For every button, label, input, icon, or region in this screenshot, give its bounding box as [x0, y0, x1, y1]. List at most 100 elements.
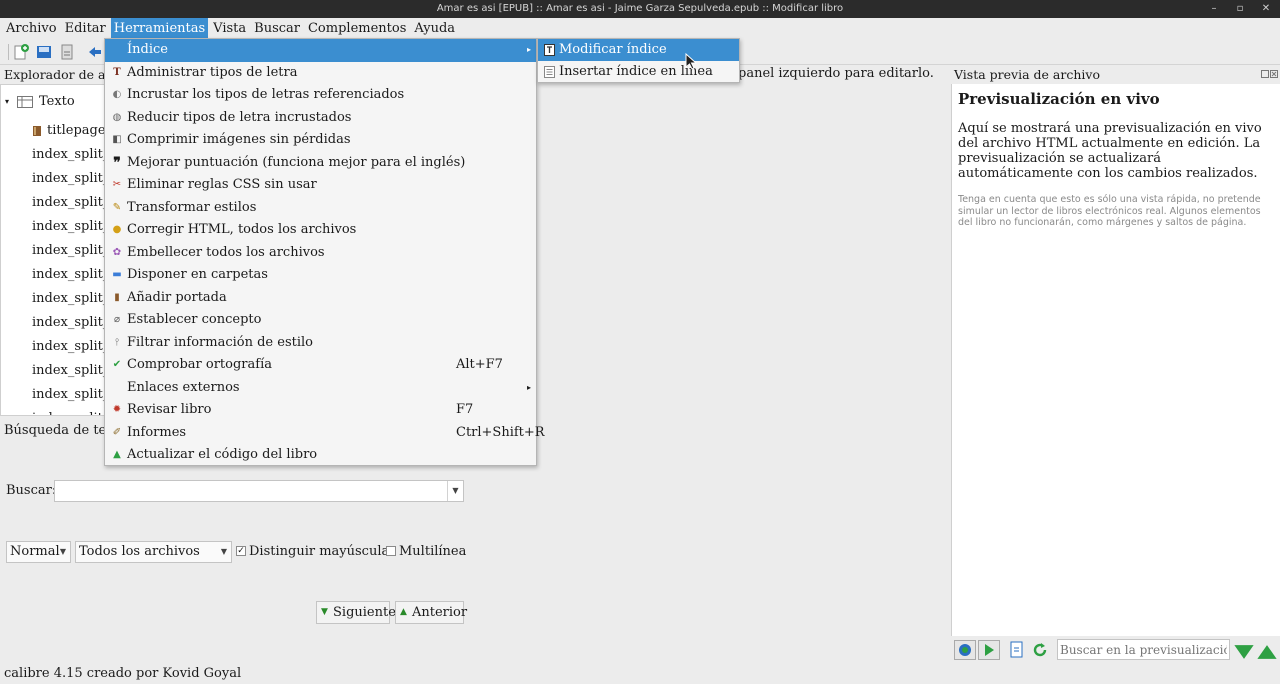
reports-icon: ✐	[112, 426, 122, 438]
file-item[interactable]: index_split_0	[1, 239, 107, 263]
compress-image-icon: ◧	[112, 134, 122, 145]
maximize-icon[interactable]: ▫	[1234, 0, 1246, 18]
find-next-icon[interactable]	[1233, 642, 1255, 662]
multiline-checkbox[interactable]	[386, 546, 396, 556]
multiline-label: Multilínea	[399, 544, 467, 559]
file-item[interactable]: index_split_0	[1, 167, 107, 191]
menu-item-external-links[interactable]: Enlaces externos ▸	[105, 377, 536, 400]
tree-root-texto[interactable]: ▾ Texto	[1, 90, 107, 114]
chevron-down-icon: ▼	[220, 547, 227, 556]
menu-item-embed-fonts[interactable]: ◐ Incrustar los tipos de letras referenc…	[105, 84, 536, 107]
menu-item-upgrade-book[interactable]: ▲ Actualizar el código del libro	[105, 444, 536, 467]
minimize-icon[interactable]: –	[1208, 0, 1220, 18]
menu-item-add-cover[interactable]: ▮ Añadir portada	[105, 287, 536, 310]
back-arrow-icon[interactable]	[86, 43, 104, 61]
toolbar-separator	[8, 44, 9, 60]
quote-icon: ❞	[113, 154, 121, 171]
menu-item-compress-images[interactable]: ◧ Comprimir imágenes sin pérdidas	[105, 129, 536, 152]
menu-item-remove-unused-css[interactable]: ✂ Eliminar reglas CSS sin usar	[105, 174, 536, 197]
menu-item-smarten-punctuation[interactable]: ❞ Mejorar puntuación (funciona mejor par…	[105, 152, 536, 175]
file-item[interactable]: index_split_0	[1, 191, 107, 215]
window-titlebar: Amar es asi [EPUB] :: Amar es asi - Jaim…	[0, 0, 1280, 18]
submenu-item-insert-inline-toc[interactable]: Insertar índice en línea	[538, 61, 739, 83]
menubar: Archivo Editar Herramientas Vista Buscar…	[0, 18, 1280, 39]
preview-description: Aquí se mostrará una previsualización en…	[958, 121, 1262, 181]
menu-item-set-semantics[interactable]: ⌀ Establecer concepto	[105, 309, 536, 332]
subset-font-icon: ◍	[112, 111, 122, 123]
text-folder-icon	[17, 96, 33, 108]
auto-reload-icon[interactable]	[954, 640, 976, 660]
checkmark-icon: ✓	[237, 546, 245, 556]
menu-archivo[interactable]: Archivo	[3, 18, 60, 39]
embed-font-icon: ◐	[112, 89, 122, 100]
file-item[interactable]: index_split_0	[1, 143, 107, 167]
file-browser-header: Explorador de arc	[4, 67, 119, 82]
file-item[interactable]: titlepage.x	[1, 119, 107, 143]
refresh-icon[interactable]	[1029, 640, 1051, 660]
find-input[interactable]: ▼	[54, 480, 464, 502]
toc-submenu: Modificar índice Insertar índice en líne…	[537, 38, 740, 83]
menu-item-filter-styles[interactable]: ⫯ Filtrar información de estilo	[105, 332, 536, 355]
menu-item-arrange-folders[interactable]: ▬ Disponer en carpetas	[105, 264, 536, 287]
preview-panel: Previsualización en vivo Aquí se mostrar…	[951, 84, 1280, 636]
float-panel-icon[interactable]	[1261, 70, 1269, 78]
menu-item-spellcheck[interactable]: ✔ Comprobar ortografía Alt+F7	[105, 354, 536, 377]
menu-item-subset-fonts[interactable]: ◍ Reducir tipos de letra incrustados	[105, 107, 536, 130]
play-icon[interactable]	[978, 640, 1000, 660]
find-label: Buscar:	[6, 483, 57, 498]
new-file-icon[interactable]	[12, 43, 30, 61]
folder-icon: ▬	[112, 269, 122, 280]
file-item[interactable]: index_split_0	[1, 359, 107, 383]
book-icon	[33, 126, 41, 136]
status-bar: calibre 4.15 creado por Kovid Goyal	[4, 666, 242, 681]
close-icon[interactable]: ✕	[1260, 0, 1272, 18]
file-item[interactable]: index_split_0	[1, 215, 107, 239]
case-sensitive-checkbox[interactable]: ✓	[236, 546, 246, 556]
checkpoint-icon[interactable]	[58, 43, 76, 61]
file-item[interactable]: index_split_0	[1, 287, 107, 311]
menu-herramientas[interactable]: Herramientas	[110, 18, 209, 39]
menu-item-beautify[interactable]: ✿ Embellecer todos los archivos	[105, 242, 536, 265]
find-history-dropdown-icon[interactable]: ▼	[447, 481, 463, 501]
file-item[interactable]: index_split_0	[1, 311, 107, 335]
menu-buscar[interactable]: Buscar	[251, 18, 303, 39]
preview-search-input[interactable]	[1057, 639, 1230, 660]
filter-icon: ⫯	[114, 336, 120, 348]
close-panel-icon[interactable]	[1270, 70, 1278, 78]
file-item[interactable]: index_split_0	[1, 263, 107, 287]
menu-item-reports[interactable]: ✐ Informes Ctrl+Shift+R	[105, 422, 545, 445]
menu-item-indice[interactable]: Índice ▸	[105, 39, 536, 62]
menu-vista[interactable]: Vista	[210, 18, 249, 39]
window-title: Amar es asi [EPUB] :: Amar es asi - Jaim…	[436, 3, 844, 14]
search-scope-select[interactable]: Todos los archivos ▼	[75, 541, 232, 563]
menu-complementos[interactable]: Complementos	[305, 18, 409, 39]
menu-item-manage-fonts[interactable]: T Administrar tipos de letra	[105, 62, 536, 85]
menu-item-check-book[interactable]: ✹ Revisar libro F7	[105, 399, 536, 422]
tree-root-label: Texto	[39, 94, 75, 109]
toc-insert-icon	[544, 66, 555, 78]
tools-menu: Índice ▸ T Administrar tipos de letra ◐ …	[104, 38, 545, 467]
find-next-button[interactable]: ▼ Siguiente	[316, 601, 396, 624]
beautify-icon: ✿	[112, 246, 122, 258]
save-icon[interactable]	[35, 43, 53, 61]
submenu-arrow-icon: ▸	[526, 45, 531, 54]
collapse-arrow-icon[interactable]: ▾	[5, 90, 9, 114]
menu-ayuda[interactable]: Ayuda	[411, 18, 458, 39]
menu-editar[interactable]: Editar	[62, 18, 109, 39]
menu-item-transform-styles[interactable]: ✎ Transformar estilos	[105, 197, 536, 220]
tag-icon: ⌀	[113, 314, 121, 325]
fix-html-icon: ●	[112, 224, 122, 235]
remove-css-icon: ✂	[112, 179, 122, 190]
cover-icon: ▮	[114, 291, 120, 303]
menu-item-fix-html[interactable]: ● Corregir HTML, todos los archivos	[105, 219, 536, 242]
find-previous-icon[interactable]	[1256, 642, 1278, 662]
file-item[interactable]: index_split_0	[1, 335, 107, 359]
wand-icon: ✎	[112, 201, 122, 213]
find-previous-button[interactable]: ▲ Anterior	[395, 601, 467, 624]
search-mode-select[interactable]: Normal ▼	[6, 541, 71, 563]
sync-view-icon[interactable]	[1006, 640, 1028, 660]
file-item[interactable]: index_split_0	[1, 383, 107, 407]
submenu-item-edit-toc[interactable]: Modificar índice	[538, 39, 739, 61]
submenu-arrow-icon: ▸	[526, 382, 531, 392]
file-item[interactable]: index_split_0	[1, 407, 107, 415]
